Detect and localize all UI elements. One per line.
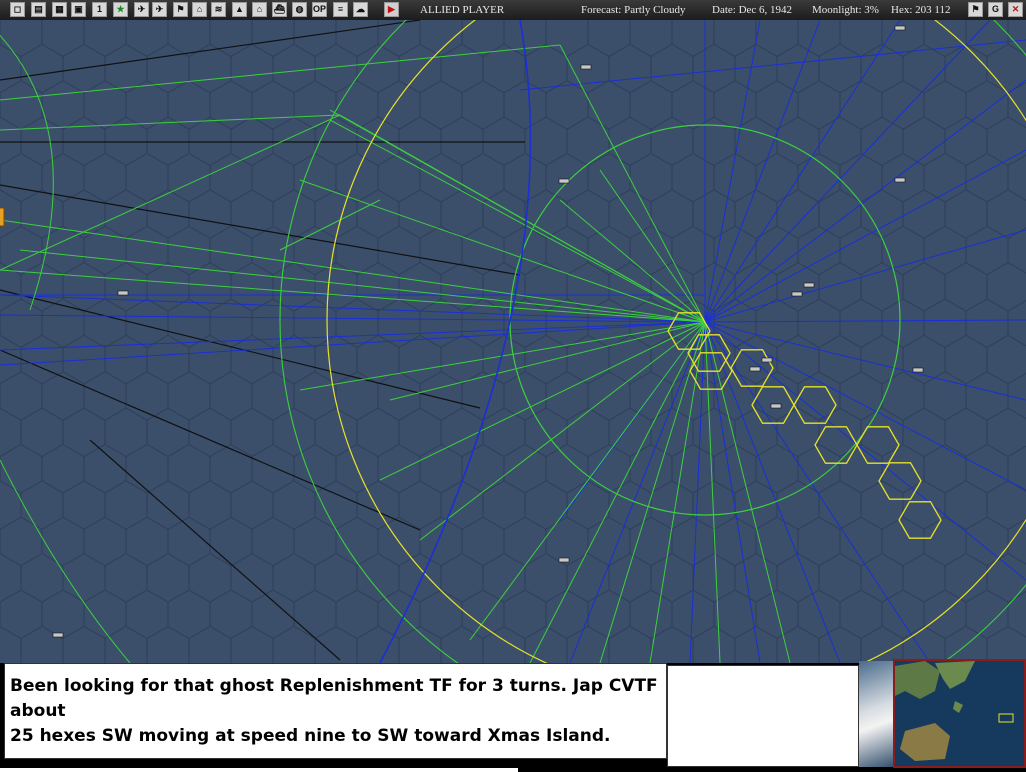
fighter-button[interactable]: ✈: [134, 2, 149, 17]
unit-marker-2: [117, 290, 129, 296]
message-line-2: 25 hexes SW moving at speed nine to SW t…: [10, 726, 611, 746]
message-line-1: Been looking for that ghost Replenishmen…: [10, 676, 658, 721]
cycle-unit-button[interactable]: ◻: [10, 2, 25, 17]
turn-number-button[interactable]: 1: [92, 2, 107, 17]
hex-map[interactable]: [0, 20, 1026, 663]
report-button[interactable]: ▤: [31, 2, 46, 17]
ops-button[interactable]: OP: [312, 2, 327, 17]
unit-marker-10: [52, 632, 64, 638]
close-button[interactable]: ✕: [1008, 2, 1023, 17]
unit-marker-9: [558, 557, 570, 563]
message-box: Been looking for that ghost Replenishmen…: [4, 663, 667, 759]
ground-button[interactable]: ▲: [232, 2, 247, 17]
base-button[interactable]: ⌂: [192, 2, 207, 17]
info-panel: [667, 665, 859, 767]
message-text: Been looking for that ghost Replenishmen…: [10, 674, 660, 749]
taskforce-report-button[interactable]: ▣: [71, 2, 86, 17]
globe-button[interactable]: ◍: [292, 2, 307, 17]
list-button[interactable]: ≡: [333, 2, 348, 17]
moonlight-label: Moonlight: 3%: [812, 4, 879, 16]
unit-marker-4: [791, 291, 803, 297]
forecast-label: Forecast: Partly Cloudy: [581, 4, 686, 16]
unit-marker-1: [558, 178, 570, 184]
top-toolbar: ◻ ▤ ▦ ▣ 1 ★ ✈ ✈ ⚑ ⌂ ≋ ▲ ⌂ ⛴ ◍ OP ≡ ☁ ▶ ALLIED PLAYER Forecas…: [0, 0, 1026, 21]
flag-button[interactable]: ⚑: [173, 2, 188, 17]
unit-marker-8: [770, 403, 782, 409]
unit-marker-5: [912, 367, 924, 373]
unit-marker-6: [761, 357, 773, 363]
bomber-button[interactable]: ✈: [152, 2, 167, 17]
unit-marker-7: [749, 366, 761, 372]
ships-report-button[interactable]: ▦: [52, 2, 67, 17]
ship-button[interactable]: ⛴: [272, 2, 287, 17]
hex-label: Hex: 203 112: [891, 4, 951, 16]
weather-button[interactable]: ☁: [353, 2, 368, 17]
star-button[interactable]: ★: [113, 2, 128, 17]
end-turn-button[interactable]: ▶: [384, 2, 399, 17]
unit-marker-12: [894, 177, 906, 183]
minimap-svg: [895, 661, 1024, 766]
status-line: [0, 768, 518, 772]
route-button[interactable]: ≋: [211, 2, 226, 17]
minimap[interactable]: [893, 659, 1026, 768]
base-marker: [0, 207, 5, 227]
unit-marker-0: [580, 64, 592, 70]
hex-grid: [0, 20, 1026, 663]
hq-button[interactable]: ⌂: [252, 2, 267, 17]
unit-marker-11: [894, 25, 906, 31]
date-label: Date: Dec 6, 1942: [712, 4, 793, 16]
g-button[interactable]: G: [988, 2, 1003, 17]
player-label: ALLIED PLAYER: [420, 4, 505, 16]
unit-marker-3: [803, 282, 815, 288]
flag-menu-button[interactable]: ⚑: [968, 2, 983, 17]
ship-photo: [859, 661, 893, 767]
